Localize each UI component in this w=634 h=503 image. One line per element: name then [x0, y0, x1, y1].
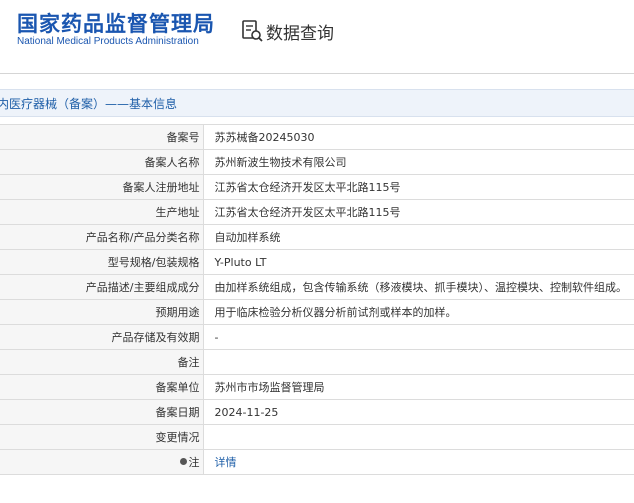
site-logo-subtitle: National Medical Products Administration [17, 36, 199, 47]
table-row: 预期用途 用于临床检验分析仪器分析前试剂或样本的加样。 [0, 299, 634, 325]
table-row: 产品名称/产品分类名称 自动加样系统 [0, 224, 634, 250]
table-row: 备案人注册地址 江苏省太仓经济开发区太平北路115号 [0, 174, 634, 200]
field-value: 2024-11-25 [203, 399, 634, 425]
field-label: 产品名称/产品分类名称 [0, 224, 204, 250]
document-search-icon [242, 20, 263, 42]
field-label: 产品描述/主要组成成分 [0, 274, 204, 300]
field-value: 苏州新波生物技术有限公司 [203, 149, 634, 175]
field-label: 备案人注册地址 [0, 174, 204, 200]
table-row: 产品描述/主要组成成分 由加样系统组成，包含传输系统（移液模块、抓手模块）、温控… [0, 274, 634, 300]
field-label: 备案人名称 [0, 149, 204, 175]
field-value: Y-Pluto LT [203, 249, 634, 275]
details-link[interactable]: 详情 [215, 456, 237, 469]
field-value: 江苏省太仓经济开发区太平北路115号 [203, 174, 634, 200]
field-label: 变更情况 [0, 424, 204, 450]
site-logo-title[interactable]: 国家药品监督管理局 [17, 8, 215, 38]
table-row: 备案号 苏苏械备20245030 [0, 124, 634, 150]
table-row: 产品存储及有效期 - [0, 324, 634, 350]
data-query-label: 数据查询 [266, 23, 334, 44]
field-label: 备案号 [0, 124, 204, 150]
note-label-cell: 注 [0, 449, 204, 475]
info-dot-icon [179, 458, 187, 465]
field-label: 产品存储及有效期 [0, 324, 204, 350]
field-value: 自动加样系统 [203, 224, 634, 250]
table-row: 变更情况 [0, 424, 634, 450]
table-row: 备案单位 苏州市市场监督管理局 [0, 374, 634, 400]
table-row: 备案人名称 苏州新波生物技术有限公司 [0, 149, 634, 175]
field-value: 用于临床检验分析仪器分析前试剂或样本的加样。 [203, 299, 634, 325]
table-row: 型号规格/包装规格 Y-Pluto LT [0, 249, 634, 275]
field-label: 预期用途 [0, 299, 204, 325]
field-label: 型号规格/包装规格 [0, 249, 204, 275]
field-value: 江苏省太仓经济开发区太平北路115号 [203, 199, 634, 225]
field-label: 备注 [0, 349, 204, 375]
field-value: 由加样系统组成，包含传输系统（移液模块、抓手模块）、温控模块、控制软件组成。 [203, 274, 634, 300]
field-value: 苏苏械备20245030 [203, 124, 634, 150]
field-value: 苏州市市场监督管理局 [203, 374, 634, 400]
detail-table: 备案号 苏苏械备20245030 备案人名称 苏州新波生物技术有限公司 备案人注… [0, 124, 634, 475]
table-row: 注 详情 [0, 449, 634, 475]
field-label: 注 [188, 456, 200, 469]
site-header: 国家药品监督管理局 National Medical Products Admi… [0, 0, 634, 66]
field-value: - [203, 324, 634, 350]
field-value [203, 424, 634, 450]
field-label: 备案日期 [0, 399, 204, 425]
header-divider [0, 73, 634, 74]
table-row: 生产地址 江苏省太仓经济开发区太平北路115号 [0, 199, 634, 225]
field-value: 详情 [203, 449, 634, 475]
table-row: 备案日期 2024-11-25 [0, 399, 634, 425]
data-query-link[interactable]: 数据查询 [240, 18, 334, 44]
table-row: 备注 [0, 349, 634, 375]
field-label: 备案单位 [0, 374, 204, 400]
field-label: 生产地址 [0, 199, 204, 225]
section-title: 内医疗器械（备案）——基本信息 [0, 97, 178, 111]
field-value [203, 349, 634, 375]
section-title-bar: 内医疗器械（备案）——基本信息 [0, 89, 634, 117]
